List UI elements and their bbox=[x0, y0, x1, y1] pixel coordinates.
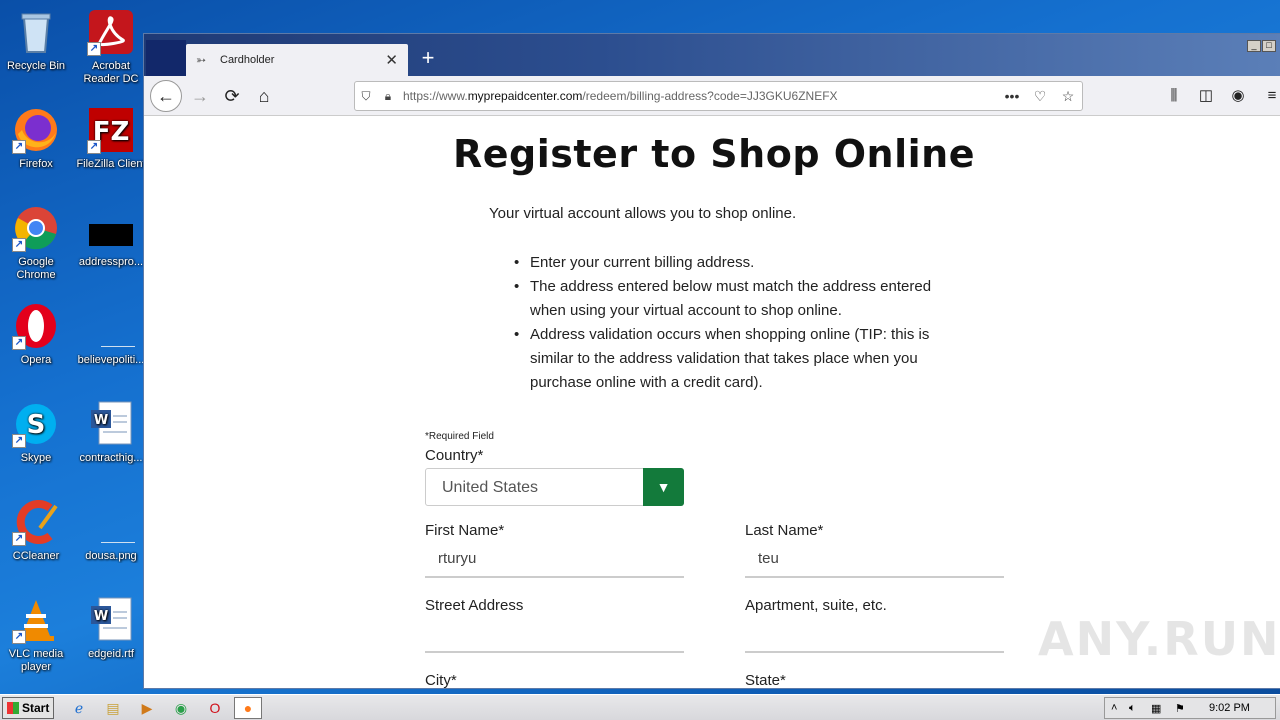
taskbar: Start ℯ ▤ ▶ ◉ O ● ˄ 🔈︎ ▦ ⚑ 9:02 PM bbox=[0, 694, 1280, 720]
street-address-field[interactable] bbox=[425, 617, 684, 653]
first-name-label: First Name* bbox=[425, 522, 505, 539]
list-item: The address entered below must match the… bbox=[514, 275, 934, 323]
apartment-field[interactable] bbox=[745, 617, 1004, 653]
street-address-label: Street Address bbox=[425, 597, 524, 614]
desktop-icon-opera[interactable]: ↗ Opera bbox=[0, 302, 72, 367]
instructions-list: Enter your current billing address. The … bbox=[514, 251, 934, 395]
pocket-icon[interactable]: ♡ bbox=[1026, 88, 1054, 105]
watermark-logo: ANY.RUN bbox=[1038, 612, 1280, 666]
svg-text:W: W bbox=[94, 609, 108, 624]
sidebar-icon[interactable]: ◫ bbox=[1194, 84, 1218, 108]
apartment-label: Apartment, suite, etc. bbox=[745, 597, 887, 614]
desktop-icon-filezilla[interactable]: FZ ↗ FileZilla Client bbox=[75, 106, 147, 171]
clock[interactable]: 9:02 PM bbox=[1209, 702, 1250, 714]
action-center-flag-icon[interactable]: ⚑ bbox=[1175, 702, 1185, 715]
menu-icon[interactable]: ≡ bbox=[1260, 84, 1280, 108]
opera-icon: ↗ bbox=[12, 302, 60, 350]
desktop-icon-addresspro[interactable]: addresspro... bbox=[75, 204, 147, 269]
account-icon[interactable]: ◉ bbox=[1226, 84, 1250, 108]
desktop-icon-acrobat[interactable]: ↗ Acrobat Reader DC bbox=[75, 8, 147, 86]
state-label: State* bbox=[745, 672, 786, 688]
desktop-icon-skype[interactable]: S ↗ Skype bbox=[0, 400, 72, 465]
volume-icon[interactable]: 🔈︎ bbox=[1129, 702, 1136, 715]
desktop-icon-firefox[interactable]: ↗ Firefox bbox=[0, 106, 72, 171]
ie-taskbar-icon[interactable]: ℯ bbox=[68, 698, 90, 718]
chrome-taskbar-icon[interactable]: ◉ bbox=[170, 698, 192, 718]
desktop-icon-edgeid[interactable]: W edgeid.rtf bbox=[75, 596, 147, 661]
reload-button[interactable]: ⟳ bbox=[218, 82, 246, 110]
last-name-label: Last Name* bbox=[745, 522, 824, 539]
system-tray: ˄ 🔈︎ ▦ ⚑ 9:02 PM bbox=[1104, 697, 1276, 719]
word-doc-icon: W bbox=[87, 596, 135, 644]
bookmark-star-icon[interactable]: ☆ bbox=[1054, 88, 1082, 105]
tab-title: Cardholder bbox=[220, 54, 275, 66]
chevron-down-icon[interactable]: ▼ bbox=[643, 468, 684, 506]
page-actions-icon[interactable]: ••• bbox=[998, 88, 1026, 104]
url-text[interactable]: https://www.myprepaidcenter.com/redeem/b… bbox=[399, 89, 998, 103]
country-selected-value: United States bbox=[442, 479, 539, 496]
new-tab-button[interactable]: + bbox=[416, 46, 440, 72]
skype-icon: S ↗ bbox=[12, 400, 60, 448]
browser-titlebar: ➳ Cardholder ✕ + _ □ bbox=[144, 34, 1280, 76]
list-item: Enter your current billing address. bbox=[514, 251, 934, 275]
web-page: Register to Shop Online Your virtual acc… bbox=[144, 116, 1280, 688]
tab-strip-spacer bbox=[146, 40, 186, 76]
file-icon bbox=[87, 204, 135, 252]
forward-button[interactable]: → bbox=[186, 82, 214, 110]
ccleaner-icon: ↗ bbox=[12, 498, 60, 546]
back-button[interactable]: ← bbox=[150, 80, 182, 112]
desktop-icon-contracthig[interactable]: W contracthig... bbox=[75, 400, 147, 465]
site-favicon-icon: ➳ bbox=[196, 53, 207, 67]
browser-window: ➳ Cardholder ✕ + _ □ ← → ⟳ ⌂ ⛉ 🔒︎ https:… bbox=[143, 33, 1280, 689]
network-icon[interactable]: ▦ bbox=[1151, 702, 1161, 715]
acrobat-icon: ↗ bbox=[87, 8, 135, 56]
firefox-icon: ↗ bbox=[12, 106, 60, 154]
city-label: City* bbox=[425, 672, 457, 688]
word-doc-icon: W bbox=[87, 400, 135, 448]
required-field-note: *Required Field bbox=[425, 431, 494, 442]
country-label: Country* bbox=[425, 447, 484, 464]
desktop-icon-believepoliti[interactable]: believepoliti... bbox=[75, 302, 147, 367]
file-icon bbox=[87, 302, 135, 350]
tracking-shield-icon[interactable]: ⛉ bbox=[355, 89, 377, 104]
desktop-icon-chrome[interactable]: ↗ Google Chrome bbox=[0, 204, 72, 282]
page-title: Register to Shop Online bbox=[453, 132, 975, 176]
recycle-bin-icon bbox=[12, 8, 60, 56]
library-icon[interactable]: ⫼ bbox=[1162, 84, 1186, 108]
lock-icon[interactable]: 🔒︎ bbox=[377, 89, 399, 104]
intro-text: Your virtual account allows you to shop … bbox=[489, 205, 797, 222]
svg-text:S: S bbox=[27, 410, 46, 440]
explorer-taskbar-icon[interactable]: ▤ bbox=[102, 698, 124, 718]
vlc-icon: ↗ bbox=[12, 596, 60, 644]
home-button[interactable]: ⌂ bbox=[250, 82, 278, 110]
firefox-taskbar-icon[interactable]: ● bbox=[234, 697, 262, 719]
tab-cardholder[interactable]: ➳ Cardholder ✕ bbox=[186, 44, 408, 76]
minimize-button[interactable]: _ bbox=[1247, 40, 1261, 52]
opera-taskbar-icon[interactable]: O bbox=[204, 698, 226, 718]
country-select[interactable]: United States ▼ bbox=[425, 468, 684, 506]
last-name-field[interactable]: teu bbox=[745, 542, 1004, 578]
image-file-icon bbox=[87, 498, 135, 546]
chrome-icon: ↗ bbox=[12, 204, 60, 252]
first-name-field[interactable]: rturyu bbox=[425, 542, 684, 578]
media-player-taskbar-icon[interactable]: ▶ bbox=[136, 698, 158, 718]
desktop-icon-dousa[interactable]: dousa.png bbox=[75, 498, 147, 563]
list-item: Address validation occurs when shopping … bbox=[514, 323, 934, 395]
windows-logo-icon bbox=[7, 702, 19, 714]
desktop-icon-vlc[interactable]: ↗ VLC media player bbox=[0, 596, 72, 674]
start-button[interactable]: Start bbox=[2, 697, 54, 719]
desktop-icon-ccleaner[interactable]: ↗ CCleaner bbox=[0, 498, 72, 563]
nav-toolbar: ← → ⟳ ⌂ ⛉ 🔒︎ https://www.myprepaidcenter… bbox=[144, 76, 1280, 116]
tab-close-icon[interactable]: ✕ bbox=[385, 51, 398, 69]
url-bar[interactable]: ⛉ 🔒︎ https://www.myprepaidcenter.com/red… bbox=[354, 81, 1083, 111]
maximize-button[interactable]: □ bbox=[1262, 40, 1276, 52]
filezilla-icon: FZ ↗ bbox=[87, 106, 135, 154]
tray-expand-icon[interactable]: ˄ bbox=[1111, 702, 1117, 714]
desktop-icon-recycle-bin[interactable]: Recycle Bin bbox=[0, 8, 72, 73]
svg-text:W: W bbox=[94, 413, 108, 428]
